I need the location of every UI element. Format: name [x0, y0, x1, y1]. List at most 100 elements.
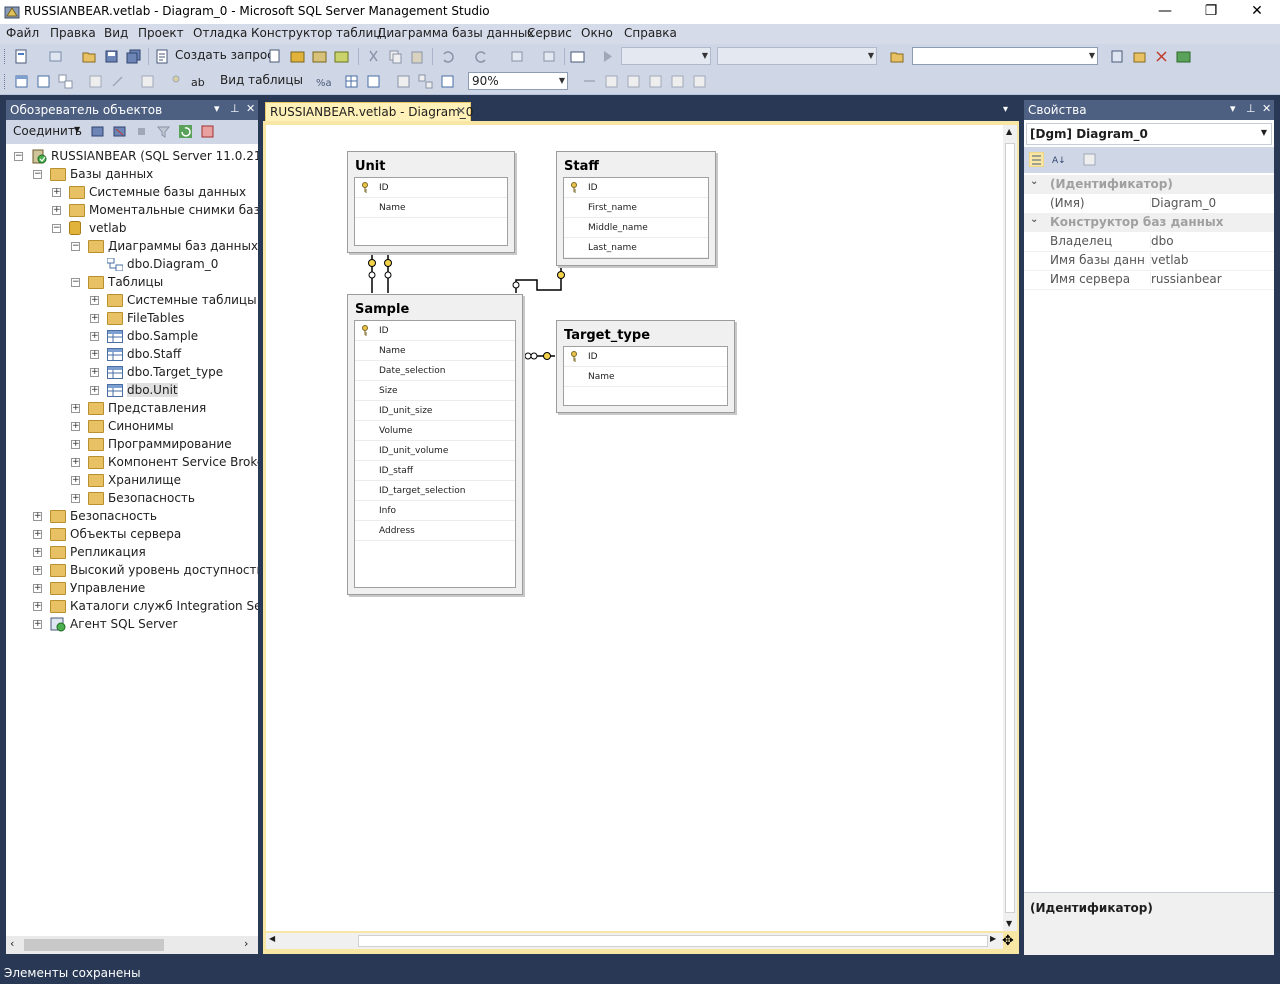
copy-icon[interactable]: [388, 49, 403, 64]
property-category[interactable]: ⌄ Конструктор баз данных: [1024, 213, 1274, 232]
column-row[interactable]: Last_name: [564, 238, 708, 258]
alphabetical-icon[interactable]: A↓: [1052, 152, 1067, 167]
activity-monitor-icon[interactable]: [200, 124, 215, 139]
expand-icon[interactable]: +: [71, 494, 80, 503]
set-primary-key-icon[interactable]: [170, 74, 185, 89]
object-explorer-icon[interactable]: [1132, 49, 1147, 64]
redo-icon[interactable]: [474, 49, 489, 64]
horizontal-scrollbar[interactable]: ◀ ▶: [266, 933, 1003, 949]
tree-node[interactable]: + Синонимы: [6, 418, 258, 436]
close-icon[interactable]: ✕: [246, 102, 255, 115]
table-view-button[interactable]: Вид таблицы: [220, 73, 303, 87]
collapse-chevron-icon[interactable]: ⌄: [1030, 176, 1038, 187]
find-in-files-icon[interactable]: [890, 49, 905, 64]
analysis-mdx-query-icon[interactable]: [290, 49, 305, 64]
tree-node[interactable]: − vetlab: [6, 220, 258, 238]
column-row[interactable]: Name: [355, 341, 515, 361]
save-icon[interactable]: [104, 49, 119, 64]
column-row[interactable]: Middle_name: [564, 218, 708, 238]
tree-node[interactable]: + dbo.Unit: [6, 382, 258, 400]
expand-icon[interactable]: +: [90, 386, 99, 395]
tree-node[interactable]: + Моментальные снимки базы д: [6, 202, 258, 220]
tree-node[interactable]: + Управление: [6, 580, 258, 598]
menu-edit[interactable]: Правка: [50, 26, 96, 40]
column-row[interactable]: First_name: [564, 198, 708, 218]
column-row[interactable]: ID: [564, 347, 727, 367]
column-row[interactable]: Name: [564, 367, 727, 387]
column-row[interactable]: Date_selection: [355, 361, 515, 381]
column-row[interactable]: ID: [355, 178, 507, 198]
menu-help[interactable]: Справка: [624, 26, 677, 40]
new-query-button[interactable]: Создать запрос: [175, 48, 274, 62]
collapse-icon[interactable]: −: [52, 224, 61, 233]
delete-tables-icon[interactable]: [88, 74, 103, 89]
add-related-tables-icon[interactable]: [58, 74, 73, 89]
expand-icon[interactable]: +: [90, 314, 99, 323]
filter-icon[interactable]: [156, 124, 171, 139]
tree-node[interactable]: + Каталоги служб Integration Service: [6, 598, 258, 616]
tree-node[interactable]: + FileTables: [6, 310, 258, 328]
tree-node[interactable]: + Системные базы данных: [6, 184, 258, 202]
categorized-icon[interactable]: [1029, 152, 1044, 167]
tree-node[interactable]: + dbo.Sample: [6, 328, 258, 346]
collapse-chevron-icon[interactable]: ⌄: [1030, 214, 1038, 225]
database-engine-query-icon[interactable]: [268, 49, 283, 64]
expand-icon[interactable]: +: [52, 206, 61, 215]
expand-icon[interactable]: +: [71, 404, 80, 413]
scroll-up-icon[interactable]: ▲: [1006, 127, 1012, 136]
tree-node[interactable]: + dbo.Staff: [6, 346, 258, 364]
column-row[interactable]: Name: [355, 198, 507, 218]
pan-icon[interactable]: ✥: [1002, 933, 1014, 949]
stop-icon[interactable]: [134, 124, 149, 139]
refresh-icon[interactable]: [178, 124, 193, 139]
tree-node[interactable]: + Компонент Service Broker: [6, 454, 258, 472]
property-value[interactable]: vetlab: [1150, 253, 1189, 267]
tree-node[interactable]: + Системные таблицы: [6, 292, 258, 310]
property-row[interactable]: (Имя) Diagram_0: [1024, 194, 1274, 214]
paste-icon[interactable]: [410, 49, 425, 64]
tree-node[interactable]: − Таблицы: [6, 274, 258, 292]
manage-indexes-icon[interactable]: [344, 74, 359, 89]
chevron-down-icon[interactable]: ▼: [74, 125, 80, 134]
scroll-left-icon[interactable]: ◀: [269, 934, 275, 943]
expand-icon[interactable]: +: [33, 584, 42, 593]
dropdown-icon[interactable]: ▾: [214, 102, 220, 115]
menu-project[interactable]: Проект: [138, 26, 184, 40]
zoom-combo[interactable]: 90% ▼: [468, 72, 568, 90]
tree-node[interactable]: + Объекты сервера: [6, 526, 258, 544]
tree-node[interactable]: − Диаграммы баз данных: [6, 238, 258, 256]
connect-object-explorer-icon[interactable]: [90, 124, 105, 139]
navigate-backward-icon[interactable]: [510, 49, 525, 64]
properties-tools-icon[interactable]: [1154, 49, 1169, 64]
start-debugging-icon[interactable]: [600, 49, 615, 64]
close-tab-icon[interactable]: ✕: [456, 104, 466, 118]
analysis-dmx-query-icon[interactable]: [312, 49, 327, 64]
column-row[interactable]: ID: [564, 178, 708, 198]
column-row[interactable]: ID_staff: [355, 461, 515, 481]
menu-tools[interactable]: Сервис: [527, 26, 572, 40]
scroll-thumb[interactable]: [358, 935, 988, 947]
view-page-breaks-icon[interactable]: [604, 74, 619, 89]
show-relationships-icon[interactable]: [582, 74, 597, 89]
tree-node[interactable]: + Высокий уровень доступности Alv: [6, 562, 258, 580]
collapse-icon[interactable]: −: [71, 278, 80, 287]
tree-node[interactable]: − RUSSIANBEAR (SQL Server 11.0.2100 - R: [6, 148, 258, 166]
autosize-selected-icon[interactable]: [670, 74, 685, 89]
cut-icon[interactable]: [366, 49, 381, 64]
menu-view[interactable]: Вид: [104, 26, 128, 40]
tree-node[interactable]: + Безопасность: [6, 490, 258, 508]
autosize-tables-icon[interactable]: [440, 74, 455, 89]
manage-check-constraints-icon[interactable]: [366, 74, 381, 89]
tree-node[interactable]: + Хранилище: [6, 472, 258, 490]
expand-icon[interactable]: +: [33, 512, 42, 521]
scroll-left-icon[interactable]: ‹: [10, 937, 14, 950]
column-row[interactable]: Info: [355, 501, 515, 521]
show-relationship-labels-icon[interactable]: %a: [316, 74, 331, 89]
registered-servers-icon[interactable]: [1110, 49, 1125, 64]
connect-button[interactable]: Соединить: [13, 124, 82, 138]
new-project-icon[interactable]: [14, 49, 29, 64]
expand-icon[interactable]: +: [71, 476, 80, 485]
copy-diagram-icon[interactable]: [626, 74, 641, 89]
column-row[interactable]: Size: [355, 381, 515, 401]
dropdown-icon[interactable]: ▾: [1230, 102, 1236, 115]
